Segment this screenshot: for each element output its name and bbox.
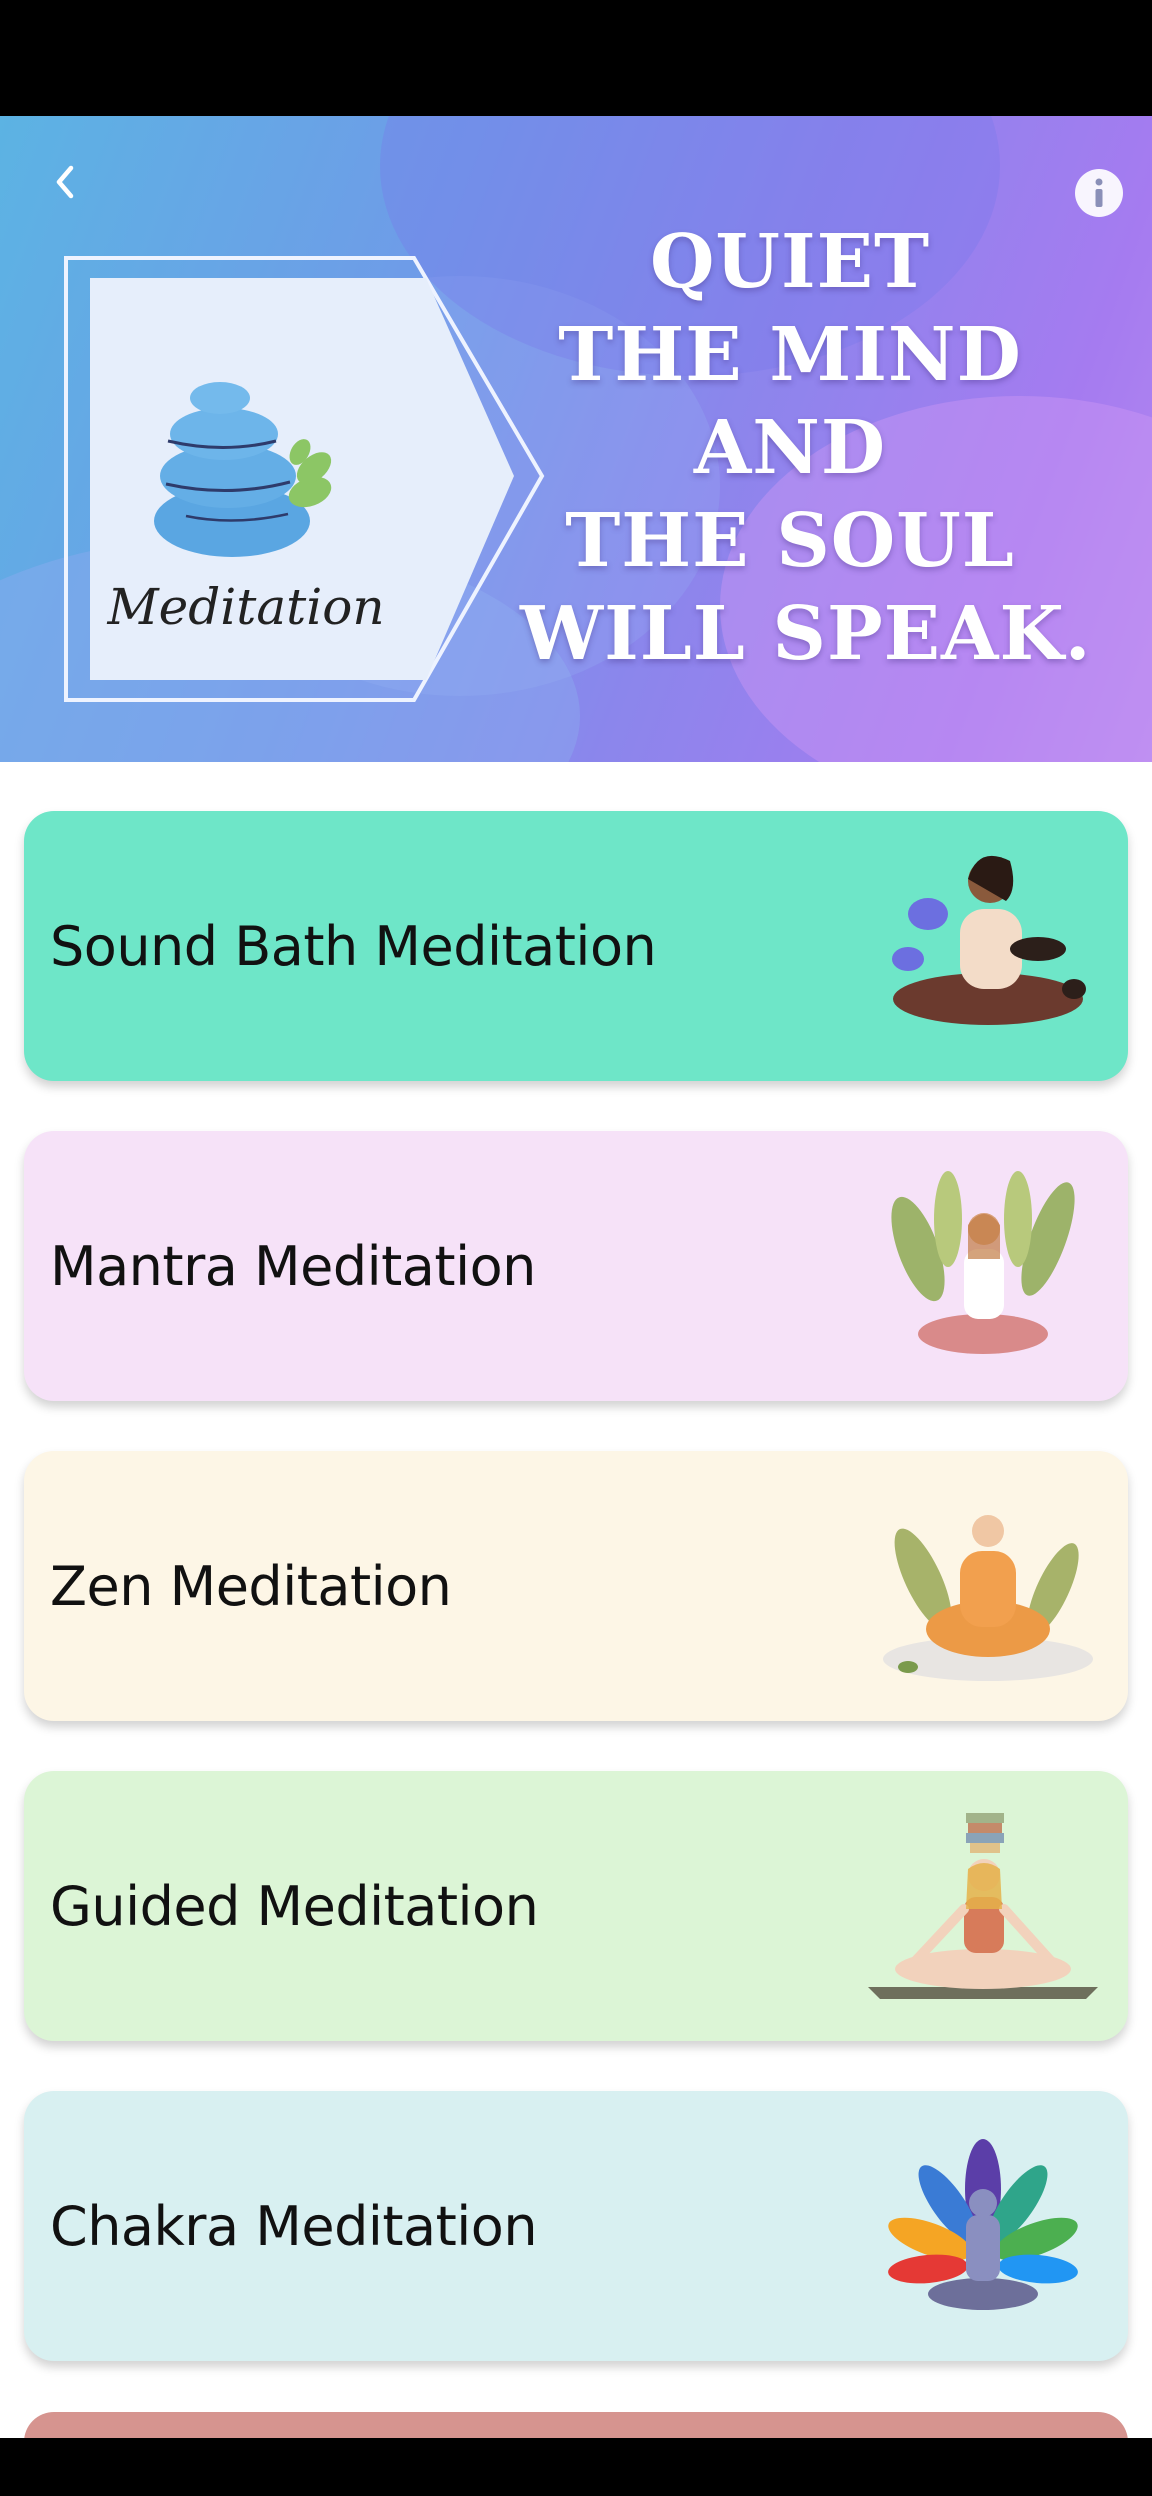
card-guided-meditation[interactable]: Guided Meditation: [24, 1771, 1128, 2041]
back-button[interactable]: [40, 156, 92, 208]
info-button[interactable]: [1074, 168, 1124, 218]
card-sound-bath-meditation[interactable]: Sound Bath Meditation: [24, 811, 1128, 1081]
card-label: Zen Meditation: [50, 1554, 452, 1618]
card-label: Guided Meditation: [50, 1874, 539, 1938]
mantra-illustration: [891, 1171, 1075, 1354]
meditation-logo: Meditation: [64, 256, 554, 707]
quote-line-5: WILL SPEAK.: [520, 591, 1092, 677]
card-label: Sound Bath Meditation: [50, 914, 657, 978]
quote-line-4: THE SOUL: [565, 498, 1015, 584]
quote-line-3: AND: [693, 405, 887, 491]
card-chakra-meditation[interactable]: Chakra Meditation: [24, 2091, 1128, 2361]
info-icon: [1075, 169, 1123, 217]
quote-line-1: QUIET: [649, 219, 931, 305]
card-label: Chakra Meditation: [50, 2194, 538, 2258]
card-label: Mantra Meditation: [50, 1234, 536, 1298]
sound-bath-illustration: [892, 855, 1086, 1025]
header-banner: Meditation QUIET THE MIND AND THE SOUL W…: [0, 116, 1152, 762]
quote-line-2: THE MIND: [558, 312, 1022, 398]
status-bar: [0, 0, 1152, 116]
card-mantra-meditation[interactable]: Mantra Meditation: [24, 1131, 1128, 1401]
card-zen-meditation[interactable]: Zen Meditation: [24, 1451, 1128, 1721]
chakra-illustration: [888, 2139, 1078, 2310]
chevron-left-icon: [56, 165, 74, 199]
zen-illustration: [883, 1515, 1093, 1681]
system-nav-bar: [0, 2438, 1152, 2496]
quote-text: QUIET THE MIND AND THE SOUL WILL SPEAK.: [520, 216, 1092, 681]
logo-text: Meditation: [106, 578, 384, 636]
guided-illustration: [868, 1813, 1098, 1999]
